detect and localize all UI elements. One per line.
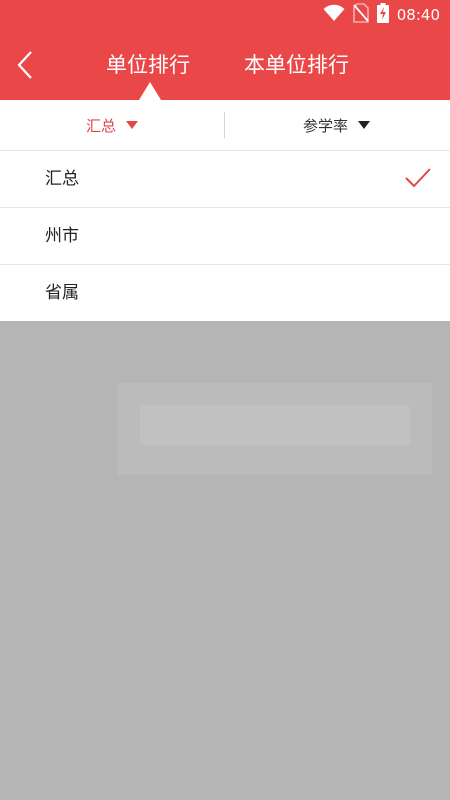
filter-divider — [224, 112, 225, 138]
option-label: 汇总 — [45, 169, 79, 189]
filter-bar: 汇总 参学率 — [0, 100, 450, 151]
chevron-left-icon — [12, 51, 42, 86]
status-time: 08:40 — [396, 6, 440, 24]
header: 单位排行 本单位排行 — [0, 30, 450, 100]
checkmark-icon — [404, 167, 432, 193]
region-filter[interactable]: 汇总 — [86, 100, 139, 150]
dropdown-option-provincial[interactable]: 省属 — [0, 265, 450, 321]
region-filter-label: 汇总 — [86, 116, 117, 135]
tab-own-unit-ranking[interactable]: 本单位排行 — [244, 50, 349, 80]
option-label: 省属 — [45, 283, 79, 303]
tab-unit-ranking[interactable]: 单位排行 — [106, 50, 190, 80]
wifi-icon — [323, 4, 345, 26]
dropdown-option-prefecture[interactable]: 州市 — [0, 208, 450, 265]
caret-down-icon — [126, 121, 139, 129]
dropdown-option-summary[interactable]: 汇总 — [0, 151, 450, 208]
background-bar — [140, 405, 410, 445]
option-label: 州市 — [45, 226, 79, 246]
metric-filter-label: 参学率 — [303, 116, 349, 135]
no-sim-icon — [352, 3, 369, 27]
back-button[interactable] — [12, 48, 42, 82]
status-icons: 08:40 — [323, 3, 440, 27]
metric-filter[interactable]: 参学率 — [303, 100, 371, 150]
status-bar: 08:40 — [0, 0, 450, 30]
caret-down-icon — [358, 121, 371, 129]
battery-charging-icon — [376, 3, 389, 27]
region-dropdown: 汇总 州市 省属 — [0, 151, 450, 321]
active-tab-indicator — [139, 82, 161, 100]
background-card — [118, 383, 432, 475]
